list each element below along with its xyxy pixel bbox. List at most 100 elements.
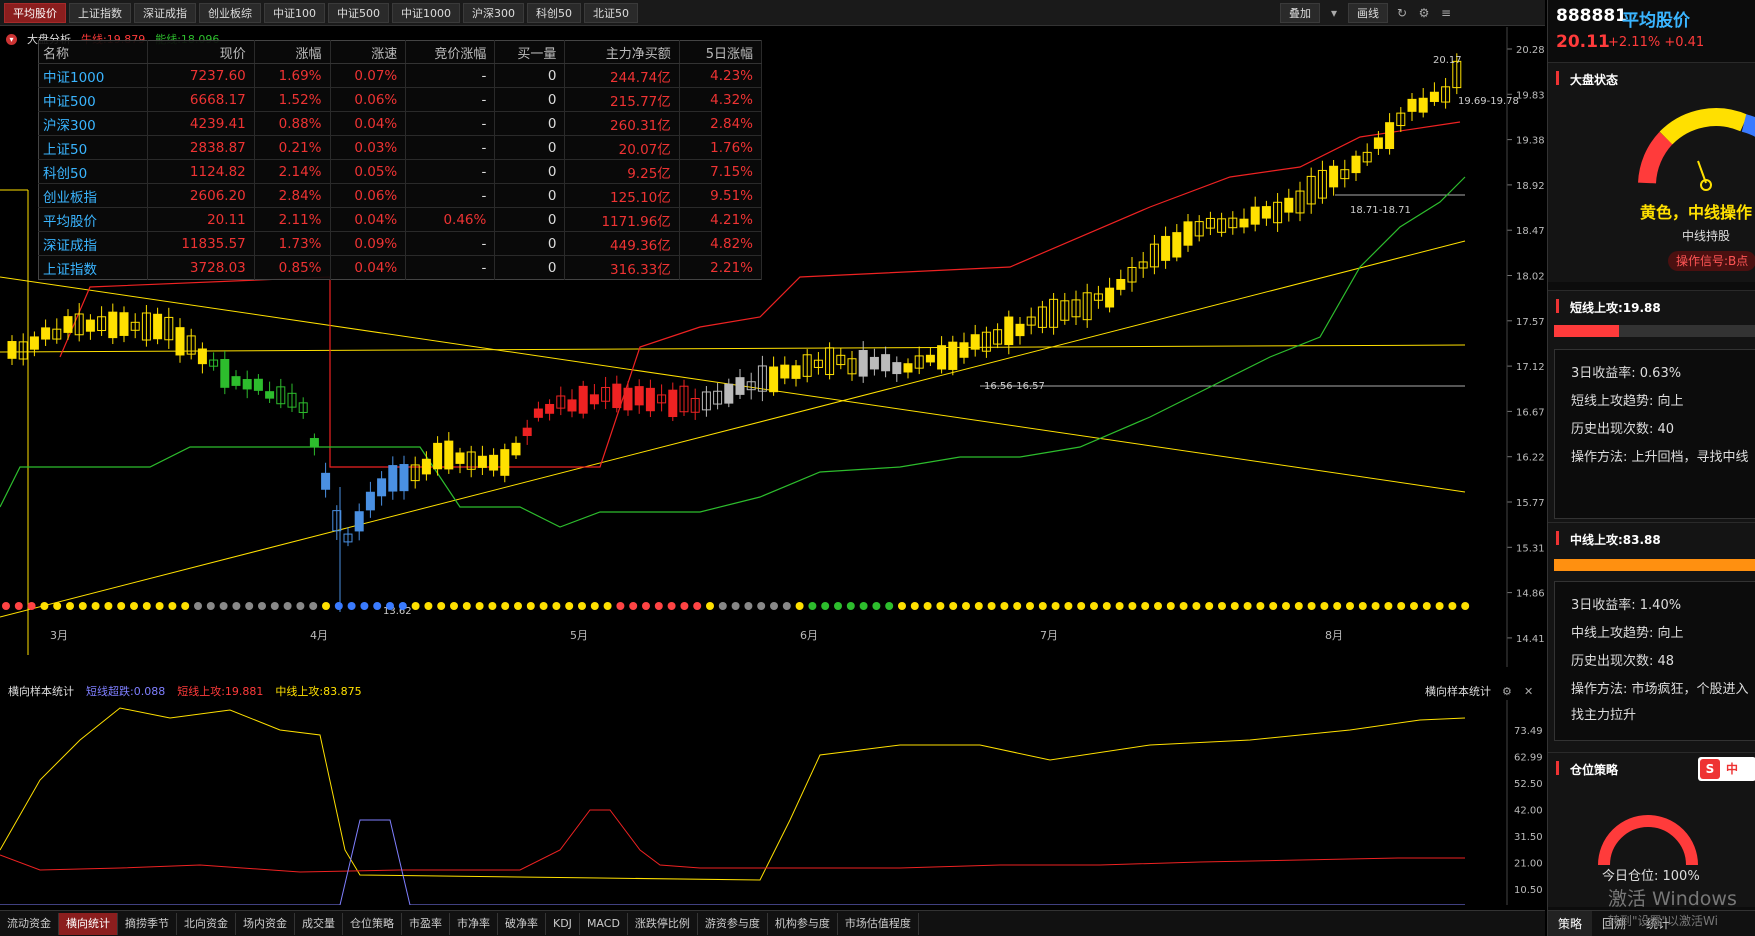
- index-table-row[interactable]: 上证指数 3728.03 0.85% 0.04% -0 316.33亿 2.21%: [38, 255, 763, 280]
- top-tab-1[interactable]: 上证指数: [69, 2, 131, 23]
- short-line-3: 历史出现次数: 40: [1571, 422, 1675, 437]
- brand-badge[interactable]: S 中: [1698, 757, 1755, 781]
- index-table-row[interactable]: 上证50 2838.87 0.21% 0.03% -0 20.07亿 1.76%: [38, 135, 763, 160]
- bottom-tab-12[interactable]: 涨跌停比例: [628, 912, 698, 935]
- bottom-tab-7[interactable]: 市盈率: [402, 912, 450, 935]
- bottom-tab-5[interactable]: 成交量: [295, 912, 343, 935]
- indicator-title: 横向样本统计: [8, 685, 74, 698]
- index-table-cell: 1171.96亿: [564, 207, 680, 232]
- signal-dot: [1256, 602, 1265, 610]
- signal-dot: [386, 602, 394, 610]
- index-table-header[interactable]: 涨速: [330, 40, 407, 64]
- signal-dot: [680, 602, 689, 610]
- index-table-header[interactable]: 名称: [38, 40, 148, 64]
- index-table-row[interactable]: 深证成指 11835.57 1.73% 0.09% -0 449.36亿 4.82%: [38, 231, 763, 256]
- index-table-row[interactable]: 平均股价 20.11 2.11% 0.04% 0.46% 0 1171.96亿 4.21%: [38, 207, 763, 232]
- dropdown-icon[interactable]: ▾: [1326, 6, 1342, 20]
- mid-line-4: 操作方法: 市场疯狂，个股进入: [1571, 682, 1749, 697]
- top-tab-8[interactable]: 科创50: [527, 2, 581, 23]
- candle-body: [1239, 218, 1249, 228]
- candle-body: [500, 449, 510, 476]
- settings-icon[interactable]: ⚙: [1416, 6, 1432, 20]
- indicator-settings-icon[interactable]: ⚙: [1502, 685, 1512, 698]
- menu-icon[interactable]: ≡: [1438, 6, 1454, 20]
- bottom-tab-15[interactable]: 市场估值程度: [838, 912, 919, 935]
- index-table-cell: 4.32%: [679, 87, 763, 112]
- signal-dot: [155, 602, 164, 610]
- bottom-tab-13[interactable]: 游资参与度: [698, 912, 768, 935]
- candle-body: [1261, 206, 1271, 219]
- index-table-cell: 1124.82: [147, 159, 255, 184]
- signal-dot: [40, 602, 49, 610]
- index-table-header[interactable]: 买一量: [494, 40, 566, 64]
- signal-dot: [437, 602, 446, 610]
- signal-dot: [808, 602, 817, 610]
- bottom-tab-6[interactable]: 仓位策略: [343, 912, 402, 935]
- index-table-row[interactable]: 沪深300 4239.41 0.88% 0.04% -0 260.31亿 2.84%: [38, 111, 763, 136]
- index-table-cell: 2.84%: [254, 183, 331, 208]
- bottom-tab-10[interactable]: KDJ: [546, 912, 580, 935]
- signal-dot: [2, 602, 10, 610]
- index-table-cell: 0.06%: [330, 183, 407, 208]
- candle-body: [477, 455, 487, 468]
- indicator-svg: 73.49 62.99 52.50 42.00 31.50 21.00 10.50: [0, 700, 1543, 905]
- signal-dot: [885, 602, 894, 610]
- index-overlay-table: 名称 现价 涨幅 涨速 竞价涨幅 买一量 主力净买额 5日涨幅 中证1000 7237.60 1.…: [38, 40, 763, 280]
- index-table-row[interactable]: 科创50 1124.82 2.14% 0.05% -0 9.25亿 7.15%: [38, 159, 763, 184]
- top-tab-5[interactable]: 中证500: [328, 2, 389, 23]
- bottom-tab-8[interactable]: 市净率: [450, 912, 498, 935]
- candle-body: [578, 385, 588, 414]
- bottom-tab-9[interactable]: 破净率: [498, 912, 546, 935]
- annotation-high: 20.17: [1433, 55, 1462, 66]
- top-tab-6[interactable]: 中证1000: [392, 2, 460, 23]
- index-table-header[interactable]: 竞价涨幅: [405, 40, 496, 64]
- top-tab-4[interactable]: 中证100: [264, 2, 325, 23]
- signal-dot: [1090, 602, 1098, 610]
- signal-dot: [309, 602, 318, 610]
- bottom-tab-14[interactable]: 机构参与度: [768, 912, 838, 935]
- index-table-cell: 2.11%: [254, 207, 331, 232]
- overlay-button[interactable]: 叠加: [1280, 3, 1320, 23]
- bottom-tab-11[interactable]: MACD: [580, 912, 628, 935]
- index-table-row[interactable]: 中证500 6668.17 1.52% 0.06% -0 215.77亿 4.32%: [38, 87, 763, 112]
- index-table-cell: 1.76%: [679, 135, 763, 160]
- candle-body: [321, 472, 331, 490]
- index-table-row[interactable]: 中证1000 7237.60 1.69% 0.07% -0 244.74亿 4.23%: [38, 63, 763, 88]
- index-table-cell: 7237.60: [147, 63, 255, 88]
- mid-line-1: 3日收益率: 1.40%: [1571, 598, 1682, 613]
- tab-strategy[interactable]: 策略: [1548, 911, 1593, 936]
- refresh-icon[interactable]: ↻: [1394, 6, 1410, 20]
- index-table-cell: 4.23%: [679, 63, 763, 88]
- bottom-tab-3[interactable]: 北向资金: [177, 912, 236, 935]
- top-tab-2[interactable]: 深证成指: [134, 2, 196, 23]
- indicator-close-icon[interactable]: ✕: [1524, 685, 1533, 698]
- index-table-cell: 0.04%: [330, 255, 407, 280]
- index-table-row[interactable]: 创业板指 2606.20 2.84% 0.06% -0 125.10亿 9.51%: [38, 183, 763, 208]
- draw-line-button[interactable]: 画线: [1348, 3, 1388, 23]
- signal-dot: [526, 602, 535, 610]
- index-table-header[interactable]: 5日涨幅: [679, 40, 763, 64]
- top-tab-9[interactable]: 北证50: [584, 2, 638, 23]
- signal-dot: [1154, 602, 1162, 610]
- market-status-section: 大盘状态 黄色，中线操作 中线持股 操作信号:B点: [1548, 62, 1755, 282]
- candle-body: [1284, 197, 1294, 213]
- index-table-cell: 9.25亿: [564, 159, 680, 184]
- collapse-icon[interactable]: ▾: [6, 33, 17, 45]
- top-tab-7[interactable]: 沪深300: [463, 2, 524, 23]
- signal-dot: [283, 602, 292, 610]
- price-axis-label: 19.38: [1516, 136, 1545, 147]
- index-table-header[interactable]: 现价: [147, 40, 255, 64]
- annotation-range-mid: 18.71-18.71: [1350, 205, 1411, 216]
- index-table-header[interactable]: 涨幅: [254, 40, 331, 64]
- bottom-tab-2[interactable]: 摘捞季节: [118, 912, 177, 935]
- bottom-tab-1[interactable]: 横向统计: [59, 912, 118, 935]
- bottom-tab-4[interactable]: 场内资金: [236, 912, 295, 935]
- candle-body: [545, 403, 555, 414]
- short-attack-label: 短线上攻:19.881: [177, 685, 264, 698]
- index-table-header[interactable]: 主力净买额: [564, 40, 680, 64]
- top-tab-3[interactable]: 创业板综: [199, 2, 261, 23]
- windows-watermark: 激活 Windows: [1608, 888, 1737, 910]
- index-table-cell: 0: [494, 159, 566, 184]
- top-tab-0[interactable]: 平均股价: [4, 2, 66, 23]
- bottom-tab-0[interactable]: 流动资金: [0, 912, 59, 935]
